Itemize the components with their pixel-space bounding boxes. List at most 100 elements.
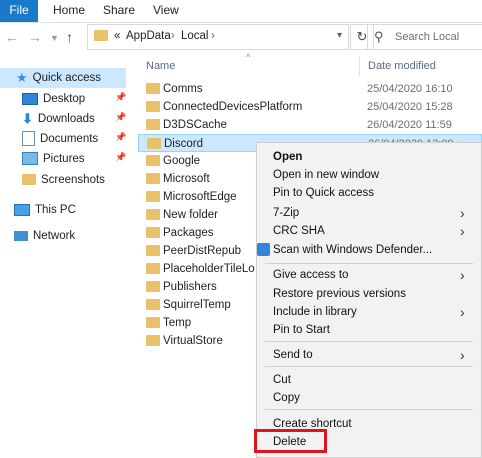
file-name: New folder bbox=[163, 209, 218, 221]
nav-item-label: Documents bbox=[40, 133, 99, 145]
nav-item-network[interactable]: Network bbox=[14, 226, 75, 246]
refresh-icon: ↻ bbox=[356, 29, 368, 44]
nav-item-documents[interactable]: Documents bbox=[22, 129, 98, 149]
menu-separator bbox=[265, 341, 473, 342]
up-arrow-icon[interactable]: ↑ bbox=[66, 29, 73, 45]
documents-icon bbox=[22, 131, 35, 147]
menu-item-label: Include in library bbox=[273, 306, 357, 318]
address-bar[interactable]: « AppData › Local › ▾ bbox=[87, 24, 349, 50]
menu-item-label: Copy bbox=[273, 392, 300, 404]
pin-icon[interactable]: 📌 bbox=[115, 152, 126, 163]
menu-item-7zip[interactable]: 7-Zip › bbox=[257, 204, 481, 222]
list-item[interactable]: Comms 25/04/2020 16:10 bbox=[138, 80, 482, 98]
nav-item-desktop[interactable]: Desktop bbox=[22, 89, 85, 109]
recent-chevron-icon[interactable]: ▼ bbox=[50, 33, 59, 43]
nav-item-label: Network bbox=[33, 230, 76, 242]
chevron-down-icon[interactable]: ▾ bbox=[337, 30, 342, 41]
menu-item-copy[interactable]: Copy bbox=[257, 389, 481, 407]
menu-item-label: Pin to Start bbox=[273, 324, 330, 336]
file-name: Packages bbox=[163, 227, 214, 239]
menu-item-scan-defender[interactable]: Scan with Windows Defender... bbox=[257, 241, 481, 259]
breadcrumb-separator: › bbox=[171, 30, 175, 42]
submenu-arrow-icon: › bbox=[460, 267, 465, 283]
breadcrumb-separator: › bbox=[211, 30, 215, 42]
tab-share[interactable]: Share bbox=[103, 0, 135, 22]
menu-item-restore-versions[interactable]: Restore previous versions bbox=[257, 285, 481, 303]
folder-icon bbox=[146, 155, 160, 166]
menu-item-send-to[interactable]: Send to › bbox=[257, 346, 481, 364]
nav-item-downloads[interactable]: ⬇ Downloads bbox=[22, 109, 95, 129]
menu-item-label: 7-Zip bbox=[273, 207, 300, 219]
file-name: ConnectedDevicesPlatform bbox=[163, 101, 303, 113]
menu-separator bbox=[265, 263, 473, 264]
column-header-date-modified[interactable]: Date modified bbox=[368, 60, 436, 72]
pictures-icon bbox=[22, 152, 38, 166]
search-input[interactable]: Search Local bbox=[395, 31, 459, 43]
tab-view[interactable]: View bbox=[153, 0, 179, 22]
submenu-arrow-icon: › bbox=[460, 223, 465, 239]
sort-ascending-icon: ^ bbox=[246, 52, 251, 62]
menu-item-crc-sha[interactable]: CRC SHA › bbox=[257, 222, 481, 240]
menu-item-open[interactable]: Open bbox=[257, 148, 481, 166]
menu-item-label: Send to bbox=[273, 349, 313, 361]
nav-item-screenshots[interactable]: Screenshots bbox=[22, 170, 105, 190]
menu-item-give-access[interactable]: Give access to › bbox=[257, 266, 481, 284]
folder-icon bbox=[146, 173, 160, 184]
desktop-icon bbox=[22, 92, 38, 105]
tab-home[interactable]: Home bbox=[53, 0, 85, 22]
menu-separator bbox=[265, 366, 473, 367]
menu-item-label: Pin to Quick access bbox=[273, 187, 374, 199]
folder-icon bbox=[94, 30, 108, 41]
menu-item-pin-quick-access[interactable]: Pin to Quick access bbox=[257, 184, 481, 202]
nav-item-this-pc[interactable]: This PC bbox=[14, 200, 76, 220]
breadcrumb-overflow[interactable]: « bbox=[114, 30, 120, 42]
file-name: SquirrelTemp bbox=[163, 299, 231, 311]
nav-item-quick-access[interactable]: ★ Quick access bbox=[0, 68, 126, 88]
folder-icon bbox=[22, 174, 36, 186]
breadcrumb-local[interactable]: Local bbox=[181, 30, 209, 42]
column-divider[interactable] bbox=[359, 56, 360, 76]
menu-item-open-new-window[interactable]: Open in new window bbox=[257, 166, 481, 184]
forward-arrow-icon[interactable]: → bbox=[28, 29, 42, 45]
list-item[interactable]: ConnectedDevicesPlatform 25/04/2020 15:28 bbox=[138, 98, 482, 116]
file-name: VirtualStore bbox=[163, 335, 223, 347]
ribbon: File Home Share View bbox=[0, 0, 482, 23]
pin-icon[interactable]: 📌 bbox=[115, 112, 126, 123]
file-name: Publishers bbox=[163, 281, 217, 293]
nav-item-label: Pictures bbox=[43, 153, 85, 165]
download-icon: ⬇ bbox=[22, 111, 33, 126]
network-icon bbox=[14, 230, 28, 241]
menu-item-cut[interactable]: Cut bbox=[257, 371, 481, 389]
submenu-arrow-icon: › bbox=[460, 304, 465, 320]
nav-item-pictures[interactable]: Pictures bbox=[22, 149, 85, 169]
search-box[interactable]: ⚲ Search Local bbox=[367, 24, 482, 50]
list-item[interactable]: D3DSCache 26/04/2020 11:59 bbox=[138, 116, 482, 134]
nav-item-label: Desktop bbox=[43, 93, 86, 105]
menu-item-pin-start[interactable]: Pin to Start bbox=[257, 321, 481, 339]
breadcrumb-appdata[interactable]: AppData bbox=[126, 30, 171, 42]
file-date: 25/04/2020 16:10 bbox=[367, 83, 453, 95]
folder-icon bbox=[146, 83, 160, 94]
menu-item-label: CRC SHA bbox=[273, 225, 325, 237]
defender-shield-icon bbox=[257, 243, 270, 256]
folder-icon bbox=[146, 245, 160, 256]
nav-item-label: Quick access bbox=[32, 72, 102, 85]
file-name: Temp bbox=[163, 317, 192, 329]
folder-icon bbox=[146, 281, 160, 292]
back-arrow-icon[interactable]: ← bbox=[5, 29, 19, 45]
column-header-name[interactable]: Name bbox=[146, 60, 175, 72]
delete-highlight-box bbox=[254, 429, 327, 453]
navigation-pane: ★ Quick access Desktop 📌 ⬇ Downloads 📌 Doc… bbox=[0, 58, 130, 456]
folder-icon bbox=[146, 335, 160, 346]
nav-item-label: Downloads bbox=[37, 113, 95, 126]
folder-icon bbox=[146, 317, 160, 328]
file-name: MicrosoftEdge bbox=[163, 191, 237, 203]
menu-separator bbox=[265, 409, 473, 410]
pin-icon[interactable]: 📌 bbox=[115, 132, 126, 143]
pin-icon[interactable]: 📌 bbox=[115, 92, 126, 103]
folder-icon bbox=[146, 101, 160, 112]
search-icon: ⚲ bbox=[374, 29, 384, 44]
menu-item-include-library[interactable]: Include in library › bbox=[257, 303, 481, 321]
tab-file[interactable]: File bbox=[0, 0, 38, 22]
file-name: PlaceholderTileLo bbox=[163, 263, 255, 275]
